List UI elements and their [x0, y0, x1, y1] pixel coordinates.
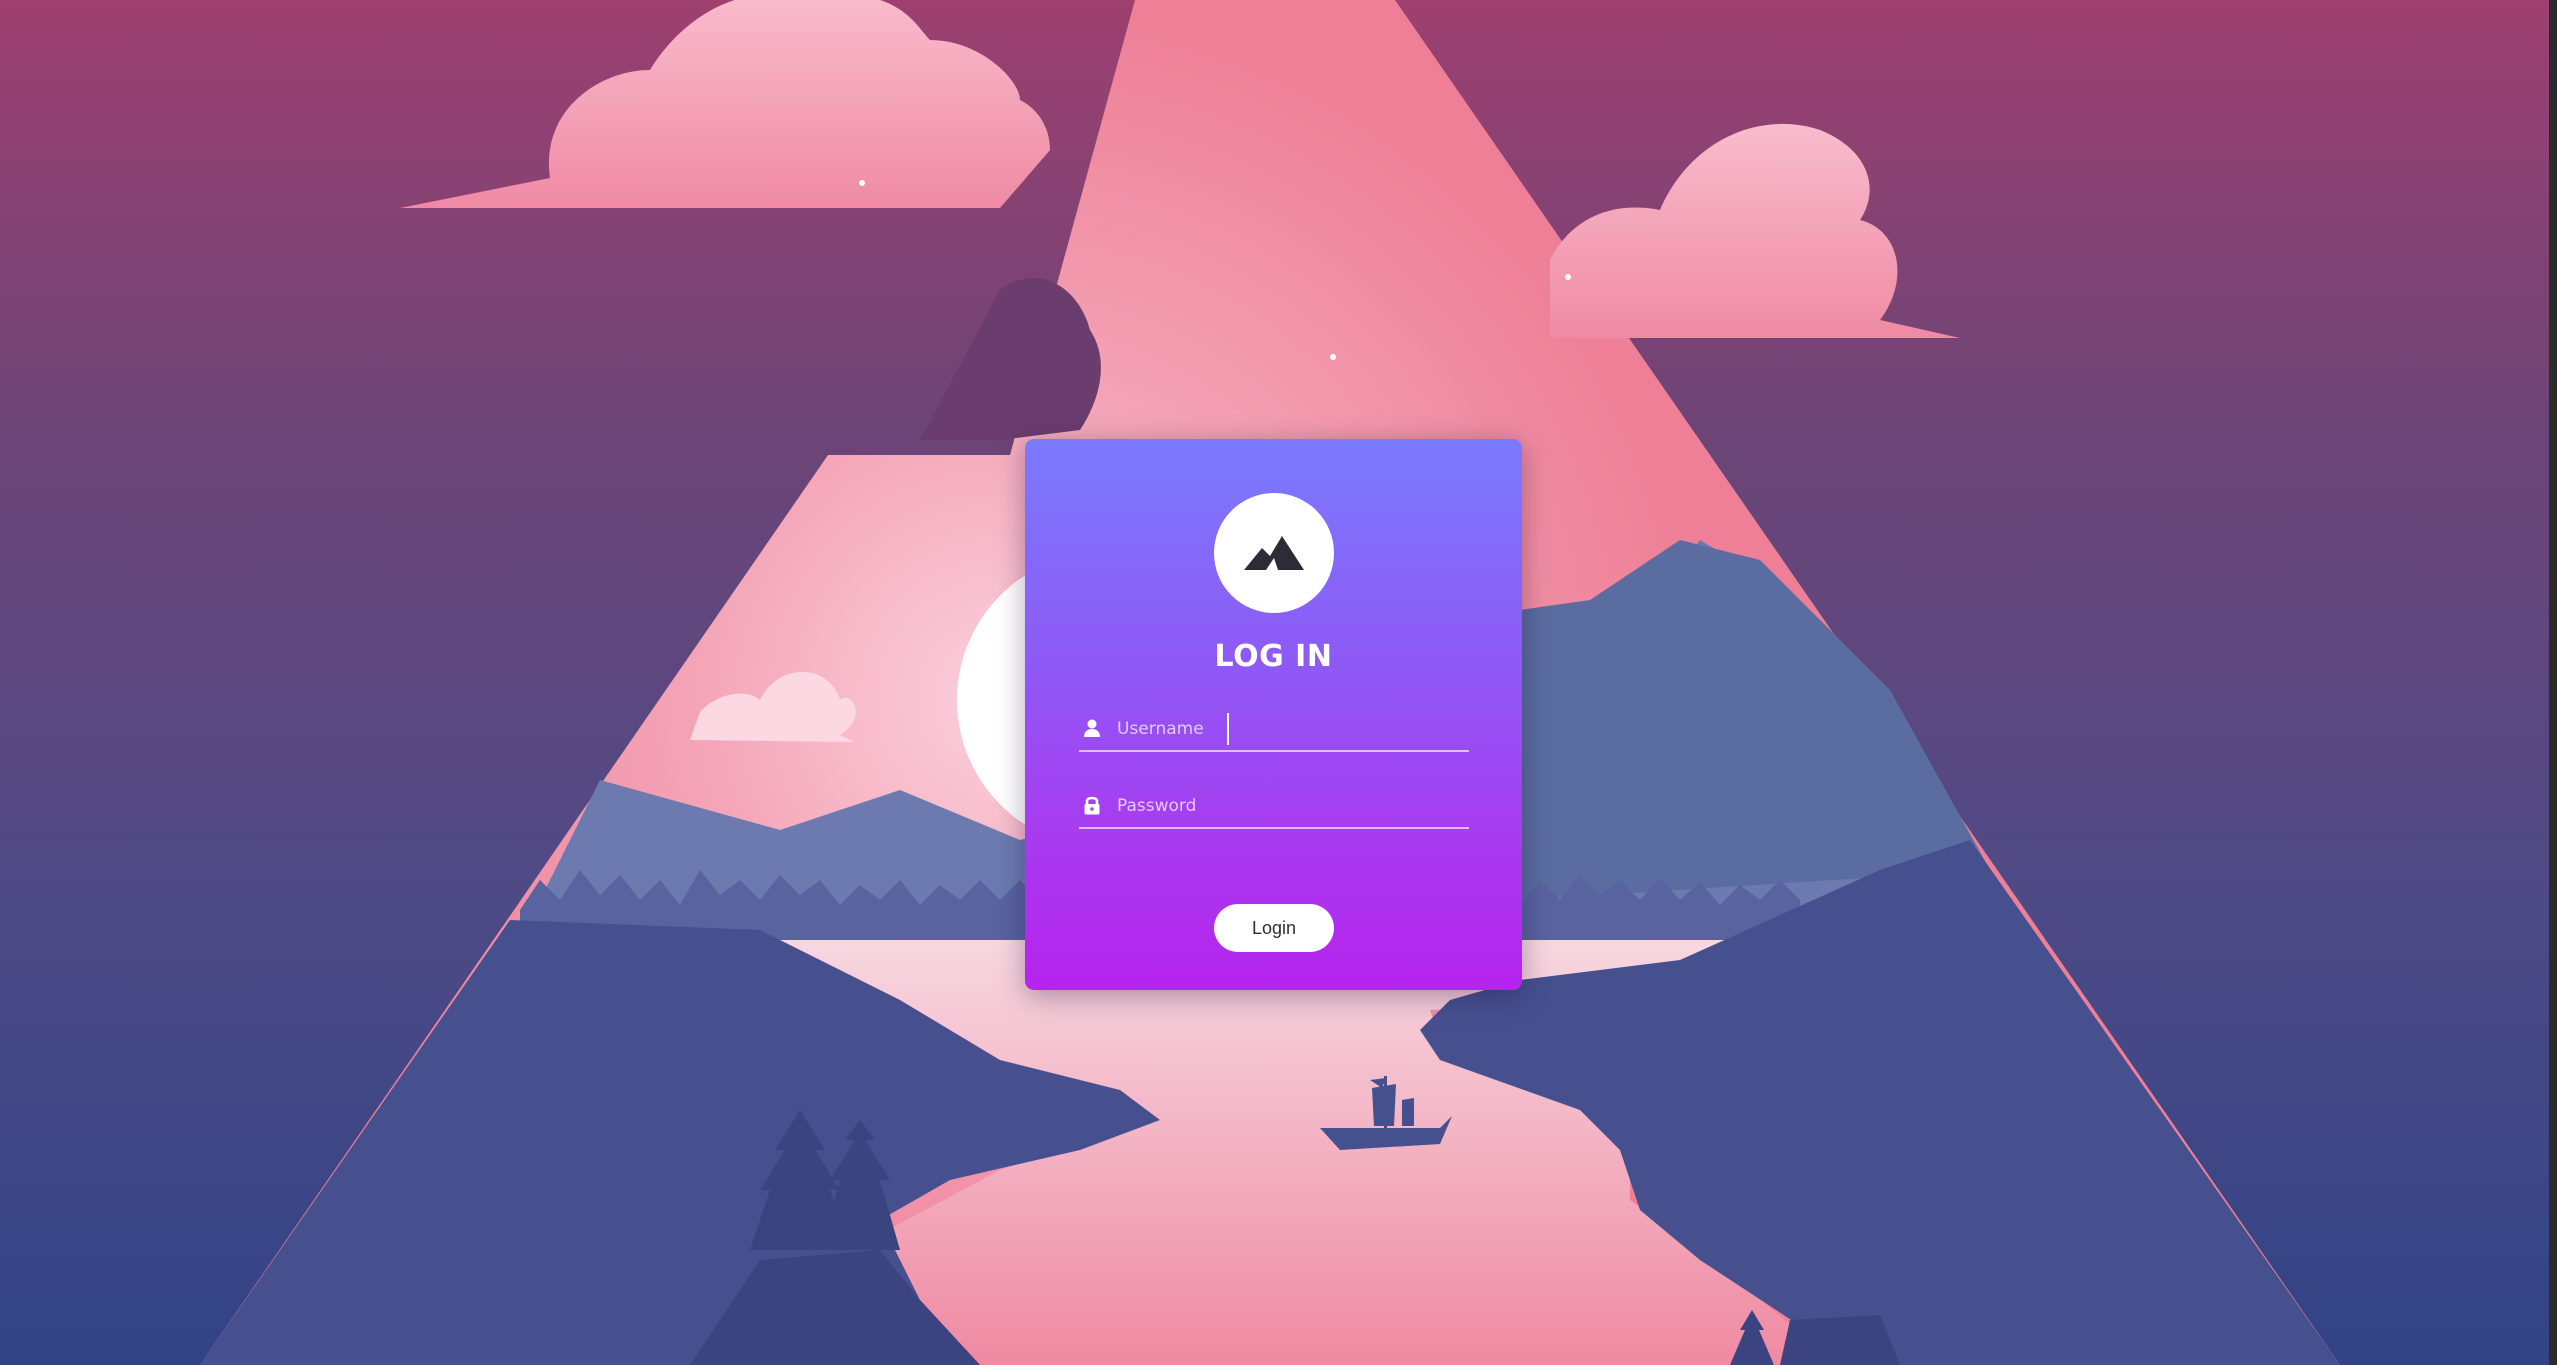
star — [859, 180, 865, 186]
cloud-shadow — [920, 277, 1101, 440]
star — [1330, 354, 1336, 360]
login-button[interactable]: Login — [1214, 904, 1334, 952]
cloud-top-right — [1550, 123, 1960, 338]
cloud-top-left — [400, 0, 1050, 208]
mountain-icon — [1244, 536, 1304, 570]
lock-icon — [1084, 796, 1100, 815]
login-page: LOG IN Username Password Login — [0, 0, 2557, 1365]
username-field[interactable]: Username — [1079, 710, 1469, 752]
page-title: LOG IN — [1214, 639, 1333, 674]
logo — [1214, 493, 1334, 613]
user-icon — [1084, 719, 1100, 737]
password-input[interactable]: Password — [1117, 796, 1196, 816]
star — [1565, 274, 1571, 280]
text-cursor — [1227, 713, 1229, 745]
rock — [1780, 1315, 1900, 1365]
username-input[interactable]: Username — [1117, 719, 1204, 739]
login-card: LOG IN Username Password Login — [1025, 439, 1522, 990]
password-field[interactable]: Password — [1079, 787, 1469, 829]
